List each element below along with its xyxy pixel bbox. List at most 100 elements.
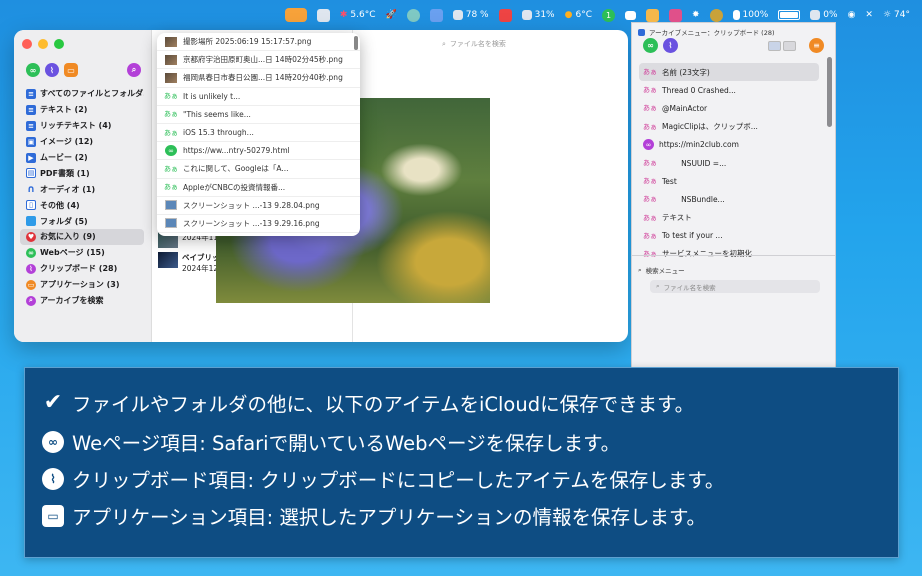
cpu-status[interactable]: 31% [521, 10, 555, 20]
sidebar-item-all-files[interactable]: ≡ すべてのファイルとフォルダ... [20, 86, 144, 102]
text-icon: あぁ [164, 110, 178, 119]
user-avatar-icon[interactable] [406, 8, 420, 22]
sidebar-item-other[interactable]: ▯ その他 (4) [20, 197, 144, 213]
sidebar-item-rich-text[interactable]: ≡ リッチテキスト (4) [20, 118, 144, 134]
weather-status[interactable]: ● 6°C [565, 10, 592, 20]
gamepad-icon[interactable]: ◉ [848, 10, 856, 20]
sidebar-item-clipboard[interactable]: ⌇ クリップボード (28) [20, 261, 144, 277]
files-icon: ≡ [26, 88, 36, 99]
popover-item[interactable]: 京都府宇治田原町奥山...日 14時02分45秒.png [157, 51, 360, 70]
caption-line: ✔ ファイルやフォルダの他に、以下のアイテムをiCloudに保存できます。 [43, 390, 695, 416]
memory-status[interactable]: 78 % [452, 10, 489, 20]
caption-line: ∞ Weページ項目: Safariで開いているWebページを保存します。 [42, 427, 620, 456]
popover-item[interactable]: あぁ AppleがCNBCの投資情報番... [157, 179, 360, 197]
clipboard-archive-panel: アーカイブメニュー：クリップボード (28) ∞ ⌇ ≡ あぁ 名前 (23文字)… [631, 22, 836, 368]
paperclip-icon[interactable]: ⌇ [45, 63, 59, 77]
headphones-icon: ∩ [26, 183, 36, 195]
sidebar-item-images[interactable]: ▣ イメージ (12) [20, 134, 144, 150]
battery-icon[interactable] [778, 10, 801, 20]
panel-search-input[interactable]: ⌕ ファイル名を検索 [650, 280, 820, 293]
sidebar-item-favorites[interactable]: ♥ お気に入り (9) [20, 229, 144, 245]
popover-item[interactable]: あぁ It is unlikely t... [157, 88, 360, 106]
popover-item[interactable]: 福岡県春日市春日公園...日 14時20分40秒.png [157, 69, 360, 88]
close-button[interactable] [22, 39, 32, 49]
volume-status[interactable]: 100% [732, 10, 768, 20]
list-view-button[interactable] [768, 41, 781, 51]
calculator-icon[interactable] [646, 8, 659, 22]
network-icon [810, 10, 821, 20]
rocket-icon[interactable]: 🚀 [386, 10, 397, 20]
clipboard-item[interactable]: あぁ Test [639, 172, 819, 190]
app-icon[interactable]: ▭ [64, 63, 78, 77]
network-status[interactable]: 0% [810, 10, 838, 20]
clipboard-item[interactable]: あぁ テキスト [639, 209, 819, 227]
clipboard-item[interactable]: あぁ MagicClipは、クリップボ... [639, 118, 819, 136]
clipboard-item[interactable]: あぁ NSBundle... [639, 190, 819, 208]
cpu-icon [521, 10, 532, 20]
weather-status-2[interactable]: ☼ 74° [883, 10, 910, 20]
sun-icon: ● [564, 10, 573, 20]
app-icon [638, 28, 645, 36]
view-toggle [768, 41, 796, 51]
memory-icon [452, 10, 463, 20]
popover-item[interactable]: あぁ これに関して、Googleは「A... [157, 160, 360, 179]
minimize-button[interactable] [38, 39, 48, 49]
bug-icon[interactable]: ✸ [692, 10, 700, 20]
popover-item[interactable]: スクリーンショット ...-13 9.29.16.png [157, 215, 360, 234]
popover-item[interactable]: あぁ iOS 15.3 through... [157, 124, 360, 143]
sidebar-item-pdf[interactable]: ▤ PDF書類 (1) [20, 165, 144, 181]
file-search-field[interactable]: ⌕ ファイル名を検索 [442, 37, 612, 51]
paperclip-icon[interactable]: ⌇ [663, 38, 678, 53]
text-icon: あぁ [643, 68, 657, 77]
image-icon [165, 54, 177, 65]
text-icon: あぁ [643, 213, 657, 222]
sun-icon: ☼ [882, 10, 892, 20]
display-icon[interactable] [316, 8, 330, 22]
popover-item[interactable]: スクリーンショット ...-13 9.28.04.png [157, 197, 360, 215]
popover-item[interactable]: あぁ "This seems like... [157, 106, 360, 124]
zoom-button[interactable] [54, 39, 64, 49]
search-icon[interactable]: ⌕ [127, 63, 141, 77]
sidebar-item-webpages[interactable]: ∞ Webページ (15) [20, 245, 144, 261]
link-icon: ∞ [26, 247, 36, 258]
sidebar-item-audio[interactable]: ∩ オーディオ (1) [20, 181, 144, 197]
clipboard-item[interactable]: あぁ Thread 0 Crashed... [639, 81, 819, 99]
folder-icon[interactable] [625, 10, 636, 20]
clipboard-item[interactable]: あぁ 名前 (23文字) [639, 63, 819, 82]
rich-text-icon: ≡ [26, 120, 36, 131]
link-icon[interactable]: ∞ [643, 38, 658, 53]
scrollbar[interactable] [827, 57, 832, 127]
temperature-status[interactable]: ✱ 5.6°C [340, 10, 376, 20]
clipboard-item[interactable]: あぁ @MainActor [639, 99, 819, 117]
text-icon: あぁ [643, 122, 657, 131]
popover-item[interactable]: 撮影場所 2025:06:19 15:17:57.png [157, 33, 360, 52]
app-icon: ▭ [26, 279, 36, 290]
clipboard-item[interactable]: あぁ サービスメニューを初期化 [639, 245, 819, 263]
movie-icon: ▶ [26, 152, 36, 163]
image-icon [165, 36, 177, 47]
pen-icon[interactable] [669, 8, 682, 22]
menu-icon[interactable]: ≡ [809, 38, 824, 53]
sidebar-item-applications[interactable]: ▭ アプリケーション (3) [20, 277, 144, 293]
sidebar-item-movies[interactable]: ▶ ムービー (2) [20, 150, 144, 166]
paperclip-icon: ⌇ [42, 467, 64, 490]
sidebar-item-folders[interactable]: フォルダ (5) [20, 213, 144, 229]
letter-icon[interactable] [429, 8, 443, 22]
calendar-icon[interactable] [498, 8, 512, 22]
clipboard-item[interactable]: あぁ NSUUID =... [639, 154, 819, 172]
scrollbar[interactable] [354, 36, 358, 50]
link-icon[interactable]: ∞ [26, 63, 40, 77]
grid-view-button[interactable] [783, 41, 796, 51]
microphone-icon[interactable] [284, 8, 307, 22]
app-icon[interactable] [709, 8, 723, 22]
wind-icon[interactable]: ✕ [865, 10, 873, 20]
window-controls [22, 39, 64, 49]
clipboard-item[interactable]: あぁ To test if your ... [639, 227, 819, 245]
caption-line: ▭ アプリケーション項目: 選択したアプリケーションの情報を保存します。 [42, 501, 706, 530]
sidebar-item-text[interactable]: ≡ テキスト (2) [20, 102, 144, 118]
sidebar-item-search-archive[interactable]: ⌕ アーカイブを検索 [20, 293, 144, 309]
clipboard-item[interactable]: ∞ https://min2club.com [639, 136, 819, 154]
text-icon: あぁ [643, 249, 657, 258]
popover-item[interactable]: ∞ https://ww...ntry-50279.html [157, 142, 360, 161]
notification-badge[interactable]: 1 [602, 8, 615, 22]
